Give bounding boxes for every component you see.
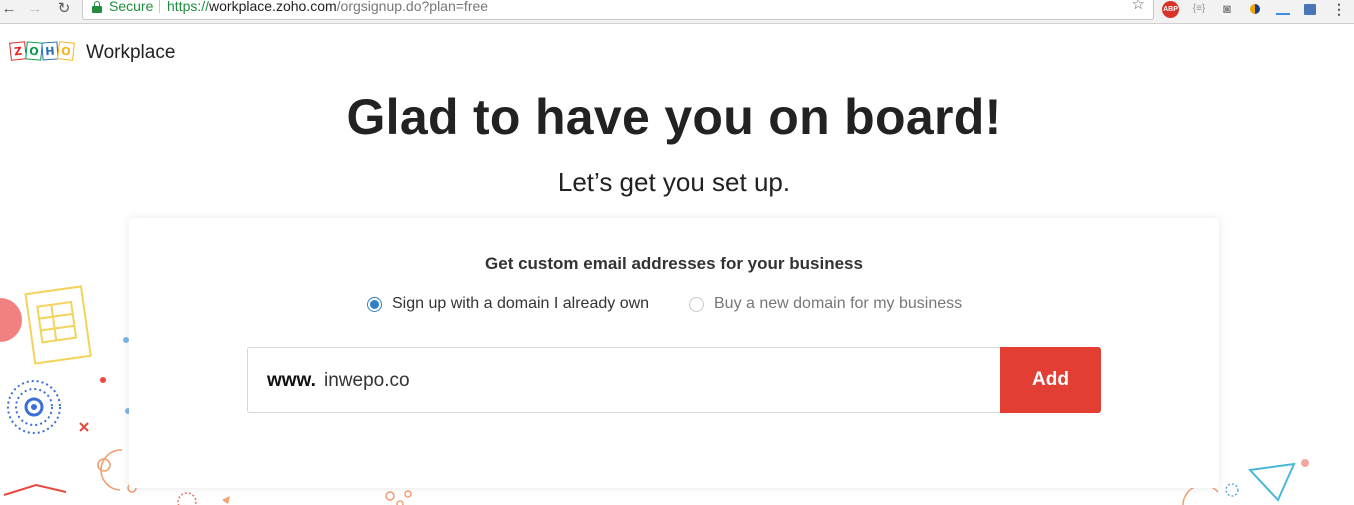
lock-icon — [92, 1, 102, 13]
browser-toolbar: ← → ↻ Secure https://workplace.zoho.com/… — [0, 0, 1354, 24]
page-subtitle: Let’s get you set up. — [557, 167, 791, 197]
domain-value[interactable]: inwepo.co — [324, 370, 410, 392]
chrome-menu-icon[interactable]: ⋮ — [1332, 1, 1346, 17]
extension-save-icon[interactable] — [1302, 1, 1318, 17]
domain-input[interactable]: www. inwepo.co — [247, 347, 1001, 413]
url-path: /orgsignup.do?plan=free — [336, 0, 489, 14]
extension-line-icon[interactable] — [1275, 1, 1291, 17]
signup-card: Get custom email addresses for your busi… — [129, 218, 1219, 488]
screenshot-camera-icon[interactable]: ◙ — [1218, 1, 1236, 17]
logo-letter: O — [57, 41, 75, 61]
forward-arrow-icon[interactable]: → — [26, 1, 44, 19]
adblock-plus-icon[interactable]: ABP — [1162, 1, 1179, 18]
domain-prefix: www. — [267, 370, 316, 391]
url-text[interactable]: https://workplace.zoho.com/orgsignup.do?… — [167, 0, 488, 14]
back-arrow-icon[interactable]: ← — [0, 1, 18, 19]
radio-own-domain[interactable] — [367, 296, 382, 312]
page-title: Glad to have you on board! — [346, 89, 1002, 145]
card-title: Get custom email addresses for your busi… — [485, 254, 863, 273]
url-host: workplace.zoho.com — [209, 0, 337, 14]
reload-icon[interactable]: ↻ — [55, 1, 73, 19]
option-own-domain-label[interactable]: Sign up with a domain I already own — [392, 294, 649, 314]
logo-letter: O — [25, 41, 43, 61]
option-buy-domain[interactable]: Buy a new domain for my business — [689, 294, 962, 314]
zoho-logo[interactable]: Z O H O — [9, 41, 76, 62]
bottom-decoration-illustration — [177, 490, 412, 505]
product-name: Workplace — [86, 42, 176, 63]
radio-buy-domain[interactable] — [689, 296, 704, 312]
secure-label: Secure — [109, 0, 154, 14]
add-domain-button[interactable]: Add — [1000, 347, 1101, 413]
logo-letter: Z — [9, 41, 27, 61]
logo-letter: H — [41, 41, 59, 61]
extension-dots-icon[interactable] — [1247, 1, 1263, 17]
json-viewer-icon[interactable]: {≡} — [1190, 1, 1208, 17]
option-own-domain[interactable]: Sign up with a domain I already own — [367, 294, 649, 314]
url-scheme: https:// — [167, 0, 210, 14]
address-divider — [159, 0, 160, 13]
option-buy-domain-label[interactable]: Buy a new domain for my business — [714, 294, 962, 314]
left-decoration-illustration — [0, 285, 137, 496]
bookmark-star-icon[interactable]: ☆ — [1132, 0, 1145, 13]
address-bar[interactable]: Secure https://workplace.zoho.com/orgsig… — [82, 0, 1154, 20]
